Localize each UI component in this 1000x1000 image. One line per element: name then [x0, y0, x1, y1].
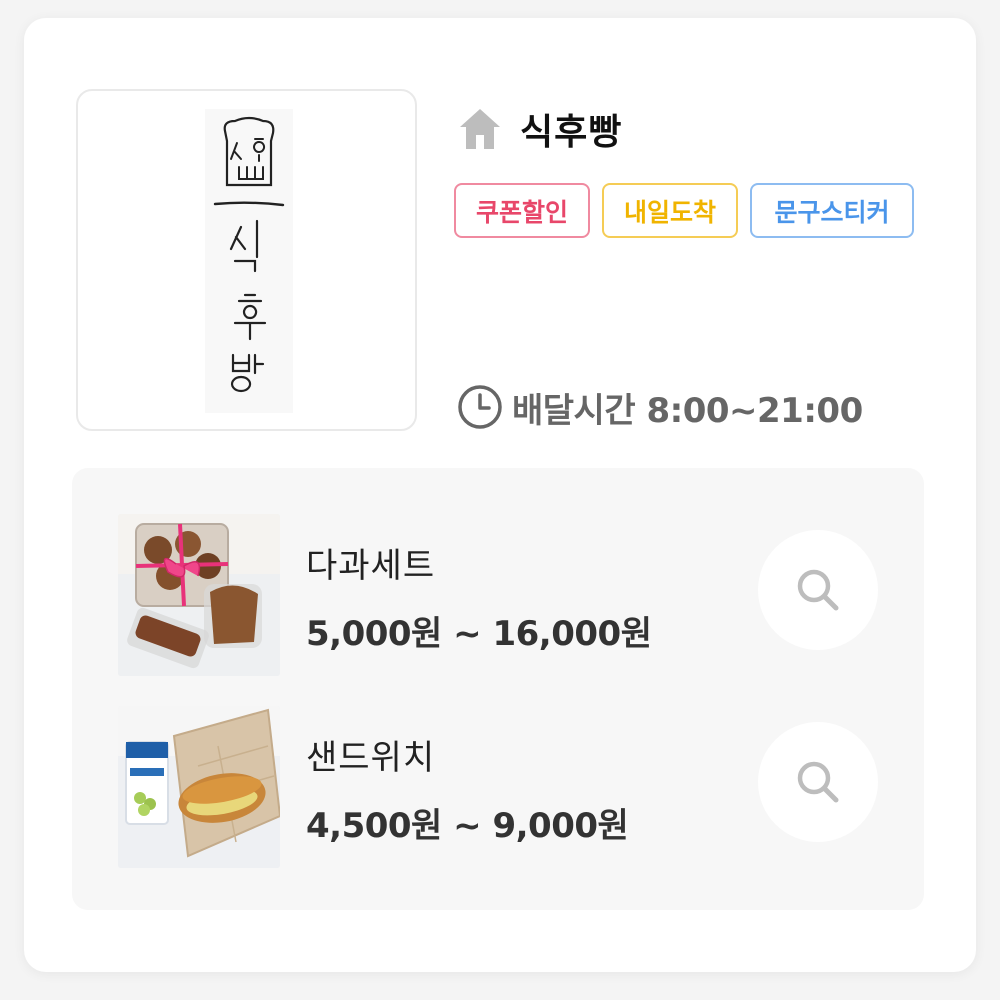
- badge-next-day-delivery: 내일도착: [602, 183, 738, 238]
- menu-item-name: 샌드위치: [306, 738, 436, 778]
- logo-paper: [205, 109, 293, 413]
- store-header: 식후빵: [456, 104, 622, 154]
- badge-sticker: 문구스티커: [750, 183, 914, 238]
- search-icon: [797, 569, 839, 611]
- menu-item[interactable]: 다과세트 5,000원 ~ 16,000원: [118, 514, 878, 678]
- sandwich-photo: [118, 706, 280, 868]
- dessert-set-photo: [118, 514, 280, 676]
- search-icon: [797, 761, 839, 803]
- menu-item-price: 5,000원 ~ 16,000원: [306, 614, 652, 654]
- store-logo: [76, 89, 417, 431]
- clock-icon: [458, 385, 502, 429]
- store-badges: 쿠폰할인 내일도착 문구스티커: [454, 183, 926, 238]
- store-name: 식후빵: [520, 112, 623, 153]
- menu-item[interactable]: 샌드위치 4,500원 ~ 9,000원: [118, 706, 878, 870]
- menu-item-name: 다과세트: [306, 546, 436, 586]
- home-icon: [460, 109, 500, 149]
- search-button[interactable]: [758, 722, 878, 842]
- menu-list: 다과세트 5,000원 ~ 16,000원 샌드위치 4,500원 ~ 9,00…: [72, 468, 924, 910]
- badge-coupon-discount: 쿠폰할인: [454, 183, 590, 238]
- delivery-hours-text: 배달시간 8:00~21:00: [512, 390, 863, 431]
- menu-item-price: 4,500원 ~ 9,000원: [306, 806, 629, 846]
- logo-handwriting-image: [213, 116, 285, 393]
- search-button[interactable]: [758, 530, 878, 650]
- delivery-hours: 배달시간 8:00~21:00: [456, 382, 863, 432]
